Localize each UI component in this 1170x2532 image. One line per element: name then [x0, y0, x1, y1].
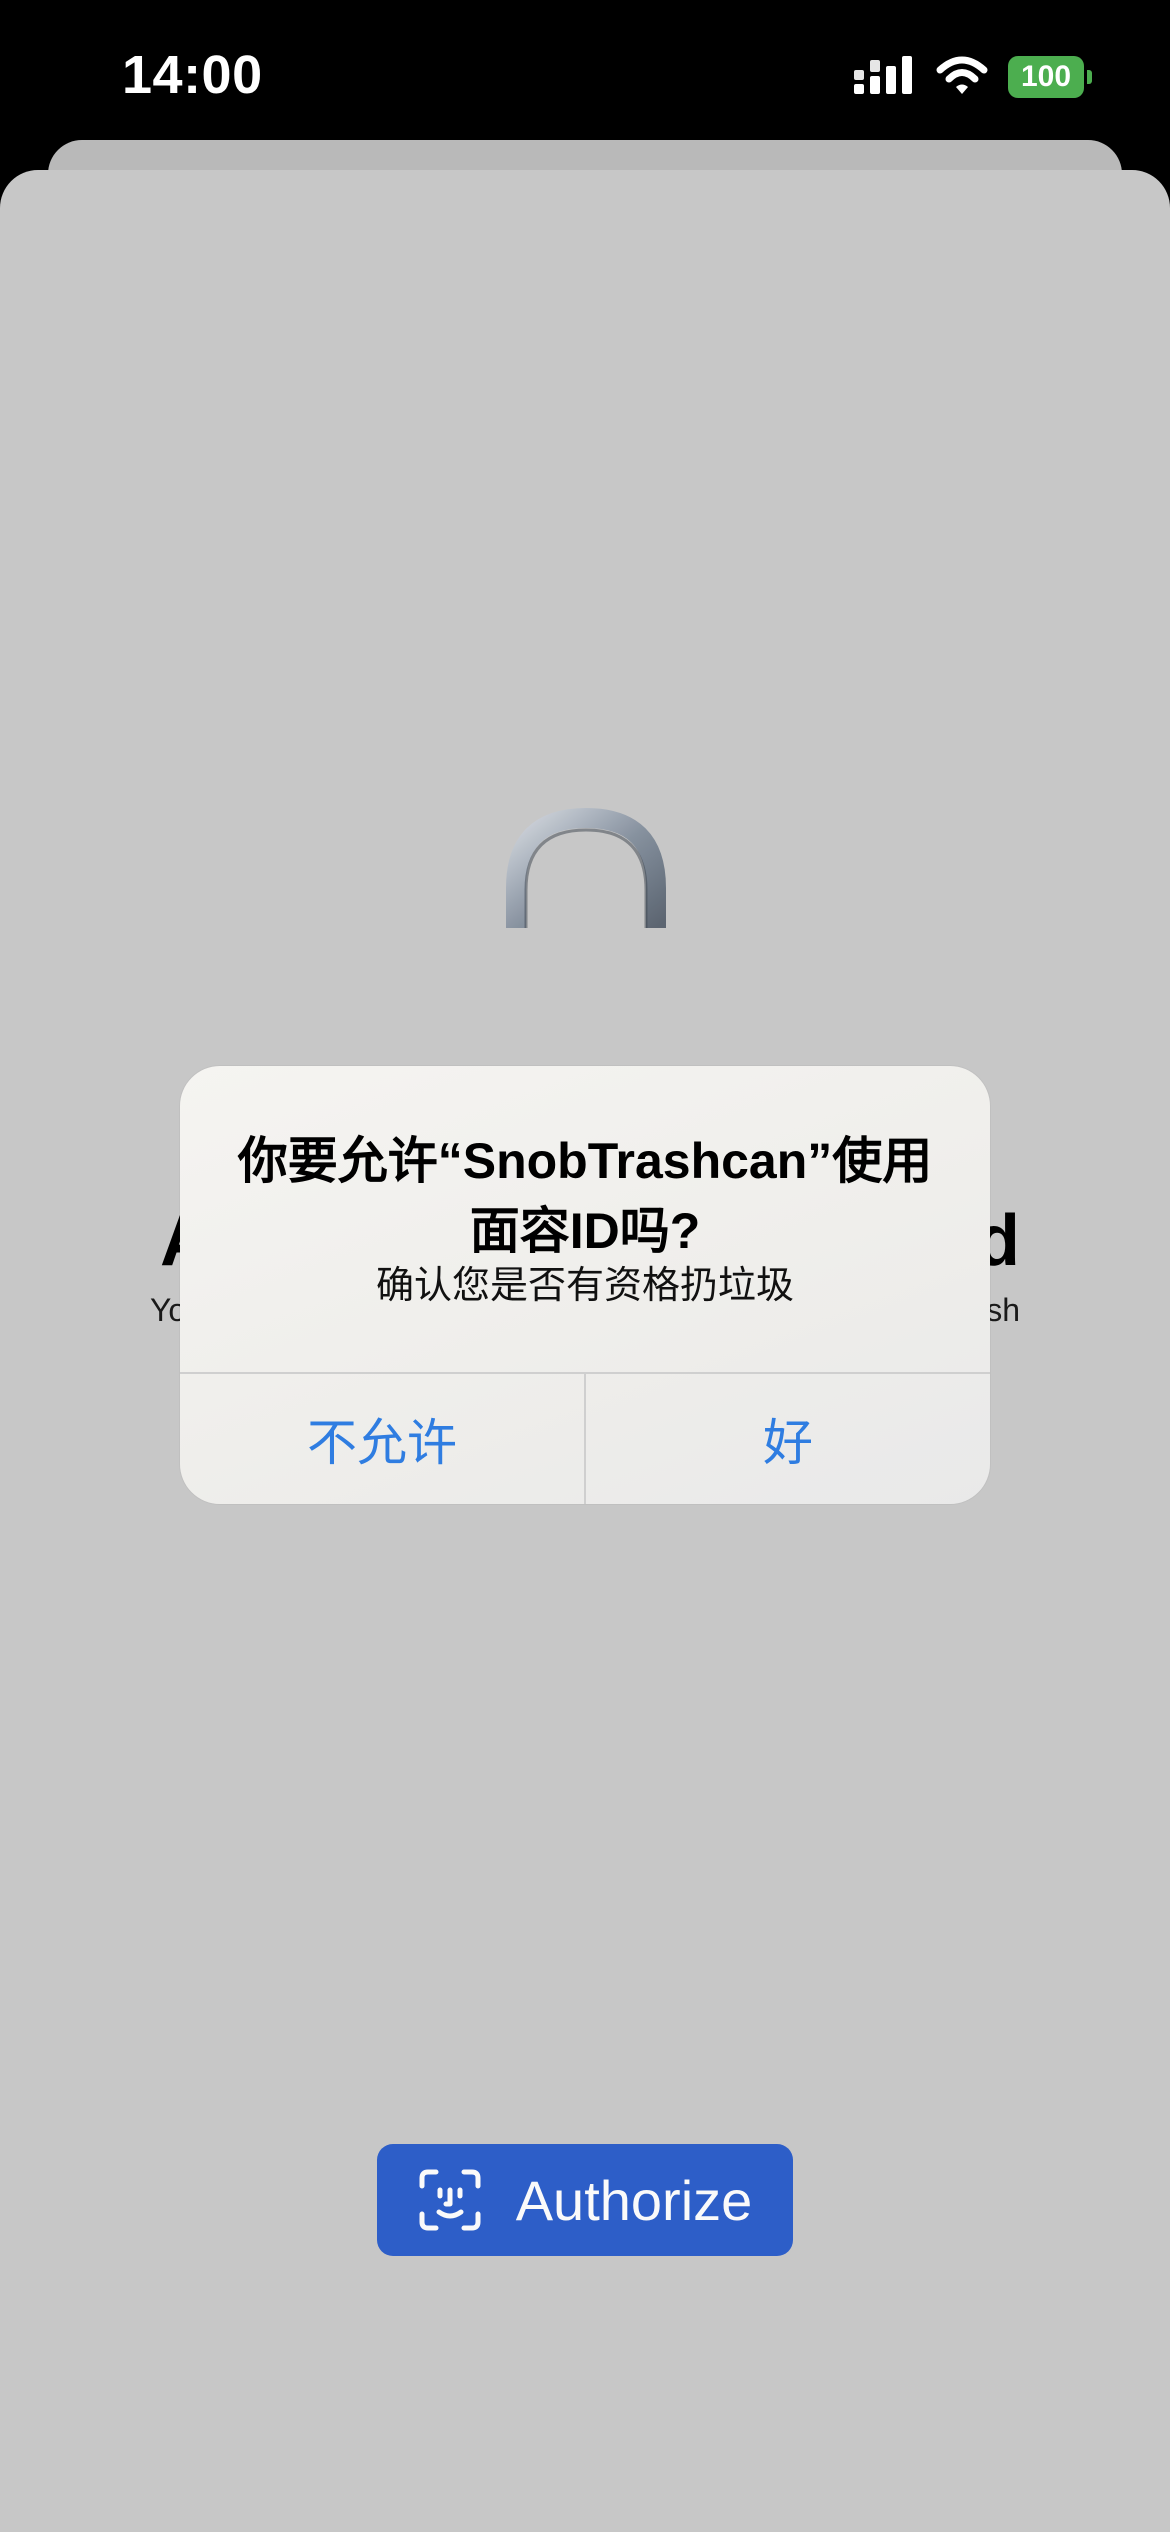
battery-cap — [1087, 70, 1092, 84]
face-id-permission-alert: 你要允许“SnobTrashcan”使用面容ID吗? 确认您是否有资格扔垃圾 不… — [180, 1066, 990, 1504]
alert-title: 你要允许“SnobTrashcan”使用面容ID吗? — [237, 1133, 933, 1259]
deny-button[interactable]: 不允许 — [180, 1374, 584, 1504]
signal-icon — [854, 56, 912, 94]
screen: 14:00 100 d Yo sh Authorize 你要允许“SnobTra… — [0, 0, 1170, 2532]
battery-icon: 100 — [1008, 56, 1092, 98]
wifi-icon — [936, 56, 988, 94]
alert-button-row: 不允许 好 — [180, 1372, 990, 1504]
status-time: 14:00 — [122, 45, 263, 105]
allow-button[interactable]: 好 — [586, 1374, 990, 1504]
status-bar: 14:00 100 — [0, 0, 1170, 150]
alert-message: 确认您是否有资格扔垃圾 — [375, 1265, 794, 1307]
battery-level: 100 — [1008, 56, 1084, 98]
